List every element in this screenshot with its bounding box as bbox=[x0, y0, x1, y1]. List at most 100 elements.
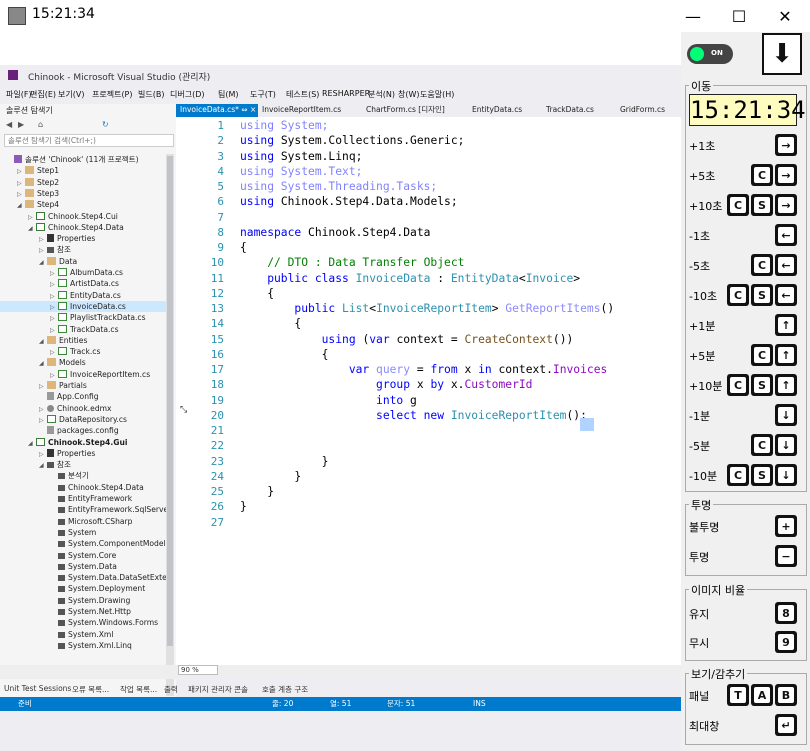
tree-item[interactable]: ◢ Chinook.Step4.Gui bbox=[0, 437, 166, 448]
tree-expander-icon[interactable]: ▷ bbox=[28, 212, 36, 222]
tree-expander-icon[interactable]: ▷ bbox=[17, 166, 25, 176]
tree-item[interactable]: ◢ Entities bbox=[0, 335, 166, 346]
hotkey-button[interactable]: + bbox=[775, 515, 797, 537]
tree-expander-icon[interactable]: ▷ bbox=[50, 313, 58, 323]
tool-window-tab[interactable]: Unit Test Sessions bbox=[4, 684, 71, 693]
hotkey-button[interactable]: C bbox=[727, 284, 749, 306]
tree-item[interactable]: System.Data bbox=[0, 561, 166, 572]
tree-expander-icon[interactable]: ▷ bbox=[39, 449, 47, 459]
hotkey-button[interactable]: C bbox=[727, 374, 749, 396]
tree-item[interactable]: ▷ ArtistData.cs bbox=[0, 278, 166, 289]
maximize-button[interactable]: ☐ bbox=[716, 0, 762, 32]
hotkey-button[interactable]: ↑ bbox=[775, 344, 797, 366]
tree-item[interactable]: ▷ PlaylistTrackData.cs bbox=[0, 312, 166, 323]
tree-expander-icon[interactable]: ▷ bbox=[39, 415, 47, 425]
minimize-button[interactable]: — bbox=[670, 0, 716, 32]
tree-item[interactable]: ▷ EntityData.cs bbox=[0, 290, 166, 301]
tree-expander-icon[interactable]: ◢ bbox=[39, 460, 47, 470]
menu-item[interactable]: 도구(T) bbox=[250, 89, 276, 100]
tree-item[interactable]: System.Xml bbox=[0, 629, 166, 640]
tree-expander-icon[interactable]: ◢ bbox=[39, 336, 47, 346]
tool-window-tab[interactable]: 작업 목록... bbox=[120, 684, 157, 695]
tree-item[interactable]: Chinook.Step4.Data bbox=[0, 482, 166, 493]
editor-tab[interactable]: EntityData.cs bbox=[468, 104, 540, 117]
on-toggle[interactable]: ON bbox=[687, 44, 733, 64]
hotkey-button[interactable]: C bbox=[751, 254, 773, 276]
tree-item[interactable]: ▷ Step2 bbox=[0, 177, 166, 188]
tree-item[interactable]: System.Net.Http bbox=[0, 606, 166, 617]
editor-tab[interactable]: InvoiceReportItem.cs bbox=[258, 104, 358, 117]
tool-window-tab[interactable]: 출력 bbox=[164, 684, 178, 695]
solution-explorer-search-input[interactable]: 솔루션 탐색기 검색(Ctrl+;) bbox=[4, 134, 174, 147]
hotkey-button[interactable]: ← bbox=[775, 224, 797, 246]
tree-item[interactable]: ▷ InvoiceData.cs bbox=[0, 300, 166, 313]
tree-item[interactable]: EntityFramework.SqlServer bbox=[0, 504, 166, 515]
hotkey-button[interactable]: ← bbox=[775, 284, 797, 306]
tree-item[interactable]: ▷ Properties bbox=[0, 233, 166, 244]
tree-item[interactable]: 분석기 bbox=[0, 470, 166, 481]
hotkey-button[interactable]: ↓ bbox=[775, 404, 797, 426]
tree-item[interactable]: ◢ 참조 bbox=[0, 459, 166, 470]
tree-expander-icon[interactable]: ▷ bbox=[50, 268, 58, 278]
tool-window-tab[interactable]: 오류 목록... bbox=[72, 684, 109, 695]
editor-tab[interactable]: TrackData.cs bbox=[542, 104, 614, 117]
tree-item[interactable]: ▷ Chinook.Step4.Cui bbox=[0, 211, 166, 222]
hotkey-button[interactable]: T bbox=[727, 684, 749, 706]
menu-item[interactable]: 프로젝트(P) bbox=[92, 89, 133, 100]
tree-expander-icon[interactable]: ▷ bbox=[50, 291, 58, 301]
editor-tab[interactable]: GridForm.cs bbox=[616, 104, 681, 117]
tree-item[interactable]: Microsoft.CSharp bbox=[0, 516, 166, 527]
tree-expander-icon[interactable]: ▷ bbox=[17, 189, 25, 199]
hotkey-button[interactable]: ↑ bbox=[775, 314, 797, 336]
hotkey-button[interactable]: S bbox=[751, 464, 773, 486]
back-icon[interactable]: ◀ bbox=[6, 120, 12, 129]
hotkey-button[interactable]: C bbox=[727, 194, 749, 216]
hotkey-button[interactable]: C bbox=[751, 434, 773, 456]
code-editor[interactable]: 1 using System; 2 using System.Collections.… bbox=[176, 117, 681, 665]
tree-item[interactable]: ◢ Step4 bbox=[0, 199, 166, 210]
tree-item[interactable]: System.Drawing bbox=[0, 595, 166, 606]
hotkey-button[interactable]: ← bbox=[775, 254, 797, 276]
tree-expander-icon[interactable]: ◢ bbox=[28, 438, 36, 448]
tree-item[interactable]: ▷ Step3 bbox=[0, 188, 166, 199]
menu-item[interactable]: 도움말(H) bbox=[420, 89, 454, 100]
hotkey-button[interactable]: ↓ bbox=[775, 434, 797, 456]
tree-item[interactable]: ▷ Track.cs bbox=[0, 346, 166, 357]
tree-item[interactable]: ▷ 참조 bbox=[0, 244, 166, 255]
hotkey-button[interactable]: → bbox=[775, 164, 797, 186]
tree-expander-icon[interactable]: ▷ bbox=[39, 404, 47, 414]
tree-item[interactable]: System bbox=[0, 527, 166, 538]
tree-item[interactable]: EntityFramework bbox=[0, 493, 166, 504]
menu-item[interactable]: 팀(M) bbox=[218, 89, 239, 100]
hotkey-button[interactable]: S bbox=[751, 194, 773, 216]
tree-expander-icon[interactable]: ▷ bbox=[50, 370, 58, 380]
hotkey-button[interactable]: → bbox=[775, 194, 797, 216]
hotkey-button[interactable]: ↑ bbox=[775, 374, 797, 396]
menu-item[interactable]: RESHARPER bbox=[322, 89, 370, 98]
menu-item[interactable]: 창(W) bbox=[398, 89, 420, 100]
tree-expander-icon[interactable]: ◢ bbox=[17, 200, 25, 210]
menu-item[interactable]: 분석(N) bbox=[368, 89, 395, 100]
tree-expander-icon[interactable]: ▷ bbox=[50, 347, 58, 357]
tree-item[interactable]: ◢ Models bbox=[0, 357, 166, 368]
close-button[interactable]: ✕ bbox=[762, 0, 808, 32]
tree-expander-icon[interactable]: ◢ bbox=[28, 223, 36, 233]
tree-item[interactable]: packages.config bbox=[0, 425, 166, 436]
hotkey-button[interactable]: A bbox=[751, 684, 773, 706]
zoom-select[interactable]: 90 % bbox=[178, 665, 218, 675]
refresh-icon[interactable]: ↻ bbox=[102, 120, 109, 129]
tree-item[interactable]: ▷ Properties bbox=[0, 448, 166, 459]
menu-item[interactable]: 디버그(D) bbox=[170, 89, 204, 100]
forward-icon[interactable]: ▶ bbox=[18, 120, 24, 129]
hotkey-button[interactable]: B bbox=[775, 684, 797, 706]
tree-item[interactable]: ▷ DataRepository.cs bbox=[0, 414, 166, 425]
solution-explorer-scroll-thumb[interactable] bbox=[167, 156, 173, 646]
menu-item[interactable]: 편집(E) bbox=[30, 89, 56, 100]
hotkey-button[interactable]: → bbox=[775, 134, 797, 156]
tree-item[interactable]: System.ComponentModel.D bbox=[0, 538, 166, 549]
editor-tab[interactable]: InvoiceData.cs* ⇔ × bbox=[176, 104, 258, 117]
tool-window-tab[interactable]: 호출 계층 구조 bbox=[262, 684, 308, 695]
tree-item[interactable]: System.Deployment bbox=[0, 583, 166, 594]
hotkey-button[interactable]: C bbox=[751, 164, 773, 186]
hotkey-button[interactable]: C bbox=[751, 344, 773, 366]
